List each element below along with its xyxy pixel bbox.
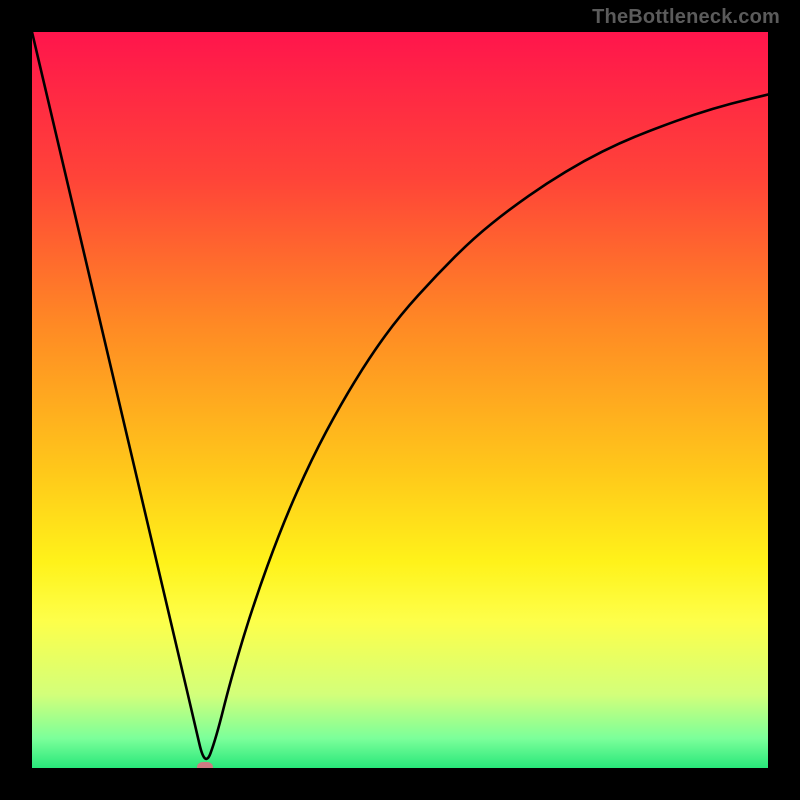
optimum-marker: [197, 762, 213, 768]
plot-area: [32, 32, 768, 768]
watermark-text: TheBottleneck.com: [592, 6, 780, 29]
chart-frame: TheBottleneck.com: [0, 0, 800, 800]
bottleneck-curve: [32, 32, 768, 768]
